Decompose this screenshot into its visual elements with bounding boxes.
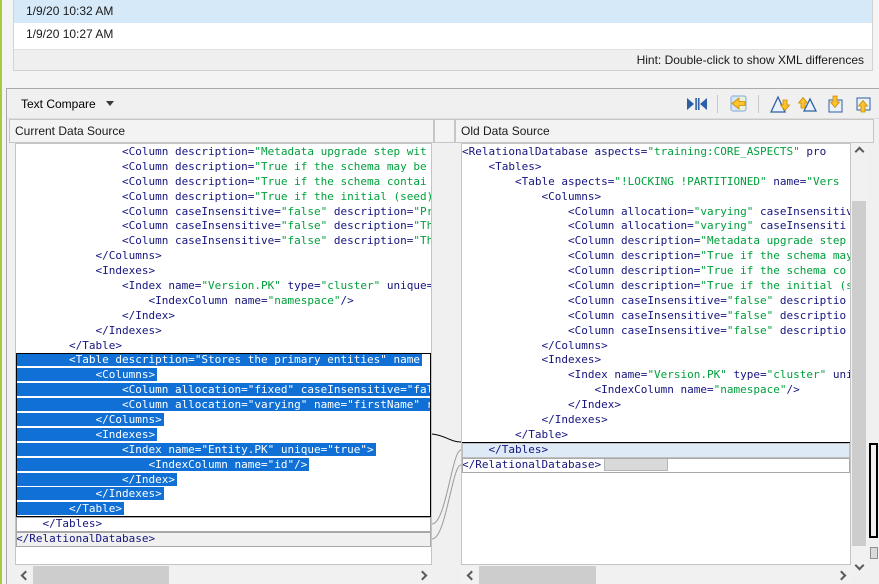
right-code-pane[interactable]: <RelationalDatabase aspects="training:CO…	[461, 143, 851, 565]
code-line[interactable]: <RelationalDatabase aspects="training:CO…	[462, 145, 850, 160]
diff-overview-ruler[interactable]	[868, 143, 879, 584]
scroll-right-button[interactable]	[833, 565, 849, 584]
code-line[interactable]: <Indexes>	[462, 353, 850, 368]
code-line[interactable]: </Table>	[16, 502, 431, 517]
previous-difference-button[interactable]	[795, 93, 819, 115]
code-line[interactable]: <IndexColumn name="namespace"/>	[16, 294, 431, 309]
diff-placeholder	[605, 458, 667, 470]
previous-difference-icon	[796, 94, 819, 114]
toolbar-separator	[758, 95, 759, 113]
accent-strip	[0, 0, 2, 584]
code-line[interactable]: </Tables>	[16, 517, 431, 532]
horizontal-scrollbar-thumb[interactable]	[479, 566, 596, 584]
code-line[interactable]: <Column description="Metadata upgrade st…	[462, 234, 850, 249]
previous-change-button[interactable]	[851, 93, 875, 115]
scroll-right-button[interactable]	[414, 565, 430, 584]
code-line[interactable]: <Tables>	[462, 160, 850, 175]
compare-mode-label: Text Compare	[21, 97, 96, 111]
next-difference-button[interactable]	[767, 93, 791, 115]
scroll-left-button[interactable]	[17, 565, 33, 584]
other-diff-marker[interactable]	[870, 547, 878, 559]
revision-list: 1/9/20 10:32 AM 1/9/20 10:27 AM Hint: Do…	[13, 0, 873, 71]
code-line[interactable]: </Table>	[16, 339, 431, 354]
code-line[interactable]: <Column description="True if the schema …	[16, 160, 431, 175]
scroll-left-button[interactable]	[463, 565, 479, 584]
code-line[interactable]: </RelationalDatabase>	[462, 458, 850, 473]
diff-connector-curves	[432, 143, 461, 565]
center-header-spacer	[434, 119, 455, 143]
toolbar-separator	[717, 95, 718, 113]
vertical-scrollbar[interactable]	[851, 143, 867, 573]
code-line[interactable]: </Columns>	[462, 339, 850, 354]
horizontal-scrollbar-thumb[interactable]	[33, 566, 169, 584]
code-line[interactable]: </RelationalDatabase>	[16, 532, 431, 547]
code-line[interactable]: <Column allocation="varying" caseInsensi…	[462, 219, 850, 234]
code-line[interactable]: <Column description="True if the initial…	[16, 190, 431, 205]
code-line[interactable]: <Column allocation="varying" caseInsensi…	[462, 205, 850, 220]
code-line[interactable]: <Indexes>	[16, 428, 431, 443]
code-line[interactable]: <Column caseInsensitive="false" descript…	[462, 309, 850, 324]
code-line[interactable]: </Index>	[16, 309, 431, 324]
current-diff-marker[interactable]	[869, 443, 878, 538]
right-pane-title: Old Data Source	[455, 119, 874, 143]
copy-all-right-to-left-button[interactable]	[726, 93, 750, 115]
left-pane-title: Current Data Source	[9, 119, 434, 143]
left-code-pane[interactable]: <Column description="Metadata upgrade st…	[15, 143, 432, 565]
code-line[interactable]: </Indexes>	[16, 324, 431, 339]
swap-left-right-button[interactable]	[685, 93, 709, 115]
code-line[interactable]: <IndexColumn name="namespace"/>	[462, 383, 850, 398]
compare-toolbar: Text Compare	[7, 89, 879, 119]
hint-text: Hint: Double-click to show XML differenc…	[14, 49, 872, 70]
code-line[interactable]: <Column caseInsensitive="false" descript…	[16, 219, 431, 234]
left-horizontal-scrollbar[interactable]	[15, 565, 432, 584]
code-line[interactable]: <Column caseInsensitive="false" descript…	[16, 234, 431, 249]
code-line[interactable]: </Tables>	[462, 443, 850, 458]
right-horizontal-scrollbar[interactable]	[461, 565, 851, 584]
chevron-down-icon	[106, 101, 114, 106]
code-line[interactable]: <Columns>	[462, 190, 850, 205]
code-line[interactable]: <Column caseInsensitive="false" descript…	[16, 205, 431, 220]
code-line[interactable]: <Column description="True if the initial…	[462, 279, 850, 294]
vertical-scrollbar-thumb[interactable]	[852, 201, 866, 546]
code-line[interactable]: <Column caseInsensitive="false" descript…	[462, 324, 850, 339]
list-item[interactable]: 1/9/20 10:27 AM	[14, 23, 872, 46]
scroll-up-button[interactable]	[851, 143, 867, 159]
selected-diff-block: <Table description="Stores the primary e…	[16, 353, 431, 517]
code-line[interactable]: <Column description="True if the schema …	[16, 175, 431, 190]
previous-change-icon	[853, 94, 874, 114]
scroll-down-button[interactable]	[851, 557, 867, 573]
code-line[interactable]: <Column allocation="varying" name="first…	[16, 398, 431, 413]
code-line[interactable]: </Index>	[16, 473, 431, 488]
code-line[interactable]: <Column description="True if the schema …	[462, 249, 850, 264]
list-item[interactable]: 1/9/20 10:32 AM	[14, 0, 872, 23]
copy-all-right-to-left-icon	[728, 93, 749, 114]
code-line[interactable]: <Column caseInsensitive="false" descript…	[462, 294, 850, 309]
code-line[interactable]: <Index name="Version.PK" type="cluster" …	[462, 368, 850, 383]
swap-left-right-icon	[685, 95, 709, 113]
code-line[interactable]: <Table description="Stores the primary e…	[16, 353, 431, 368]
code-line[interactable]: <Index name="Entity.PK" unique="true">	[16, 443, 431, 458]
code-line[interactable]: <IndexColumn name="id"/>	[16, 458, 431, 473]
compare-editor: Text Compare	[6, 88, 879, 584]
code-line[interactable]: <Table aspects="!LOCKING !PARTITIONED" n…	[462, 175, 850, 190]
code-line[interactable]: </Table>	[462, 428, 850, 443]
diff-connector-strip	[432, 143, 461, 565]
code-line[interactable]: <Column description="True if the schema …	[462, 264, 850, 279]
code-line[interactable]: <Index name="Version.PK" type="cluster" …	[16, 279, 431, 294]
code-line[interactable]: </Indexes>	[462, 413, 850, 428]
code-line[interactable]: <Columns>	[16, 368, 431, 383]
code-line[interactable]: </Columns>	[16, 249, 431, 264]
code-line[interactable]: </Columns>	[16, 413, 431, 428]
compare-mode-dropdown[interactable]: Text Compare	[15, 94, 120, 114]
next-change-button[interactable]	[823, 93, 847, 115]
compare-window: 1/9/20 10:32 AM 1/9/20 10:27 AM Hint: Do…	[0, 0, 879, 584]
next-change-icon	[825, 94, 846, 114]
code-line[interactable]: <Indexes>	[16, 264, 431, 279]
code-line[interactable]: </Indexes>	[16, 487, 431, 502]
code-line[interactable]: </Index>	[462, 398, 850, 413]
next-difference-icon	[768, 94, 791, 114]
code-line[interactable]: <Column allocation="fixed" caseInsensiti…	[16, 383, 431, 398]
code-line[interactable]: <Column description="Metadata upgrade st…	[16, 145, 431, 160]
